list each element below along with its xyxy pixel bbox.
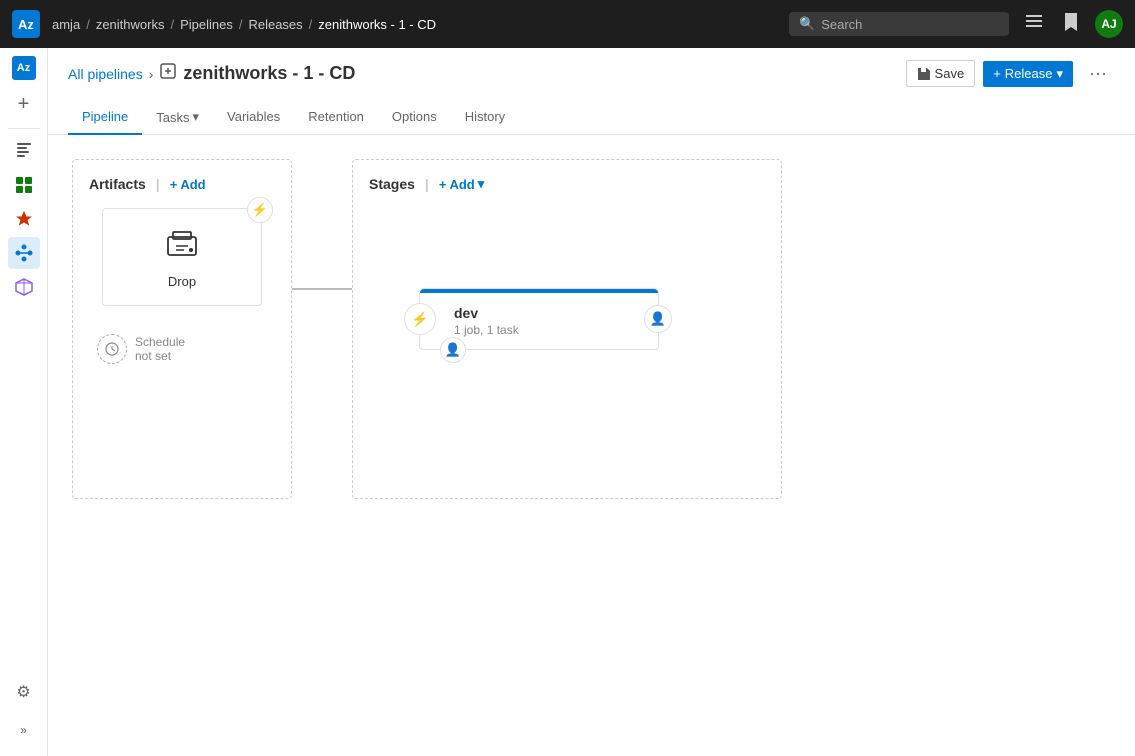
artifact-icon — [119, 225, 245, 268]
tab-history[interactable]: History — [451, 101, 519, 135]
user-avatar[interactable]: AJ — [1095, 10, 1123, 38]
settings-icon[interactable]: ⚙ — [8, 676, 40, 708]
breadcrumb-sep-2: / — [170, 17, 174, 32]
nav-icons: AJ — [1021, 9, 1123, 40]
content-header: All pipelines › zenithworks - 1 - CD Sav… — [48, 48, 1135, 135]
sidebar-item-add[interactable]: + — [8, 88, 40, 120]
sidebar: Az + ⚙ » — [0, 48, 48, 756]
tabs-bar: Pipeline Tasks ▾ Variables Retention Opt… — [68, 101, 1115, 134]
sidebar-item-boards[interactable] — [8, 169, 40, 201]
tab-pipeline[interactable]: Pipeline — [68, 101, 142, 135]
save-button[interactable]: Save — [906, 60, 976, 87]
pipeline-canvas: Artifacts | + Add ⚡ — [48, 135, 1135, 756]
add-stage-chevron-icon: ▾ — [478, 176, 485, 192]
breadcrumb-zenithworks[interactable]: zenithworks — [96, 17, 165, 32]
breadcrumb-releases[interactable]: Releases — [248, 17, 302, 32]
schedule-icon — [97, 334, 127, 364]
list-icon[interactable] — [1021, 9, 1047, 40]
stages-title: Stages | + Add ▾ — [369, 176, 765, 192]
tab-retention[interactable]: Retention — [294, 101, 378, 135]
stage-meta: 1 job, 1 task — [454, 323, 644, 337]
sidebar-item-testplans[interactable] — [8, 203, 40, 235]
expand-icon[interactable]: » — [8, 714, 40, 746]
schedule-text: Schedule not set — [135, 335, 185, 363]
breadcrumb-pipelines[interactable]: Pipelines — [180, 17, 233, 32]
main-content: All pipelines › zenithworks - 1 - CD Sav… — [48, 48, 1135, 756]
header-actions: Save + Release ▾ ··· — [906, 58, 1115, 89]
sidebar-separator-1 — [8, 128, 40, 129]
tab-options[interactable]: Options — [378, 101, 451, 135]
artifacts-title: Artifacts | + Add — [89, 176, 275, 192]
stage-approver-right-icon[interactable]: 👤 — [644, 305, 672, 333]
tab-variables[interactable]: Variables — [213, 101, 294, 135]
bookmark-icon[interactable] — [1059, 9, 1083, 40]
all-pipelines-link[interactable]: All pipelines — [68, 66, 143, 82]
search-icon: 🔍 — [799, 16, 815, 32]
breadcrumb-amja[interactable]: amja — [52, 17, 80, 32]
breadcrumb-arrow: › — [149, 66, 154, 82]
sidebar-logo[interactable]: Az — [12, 56, 36, 80]
sidebar-item-repos[interactable] — [8, 135, 40, 167]
tasks-chevron-icon: ▾ — [193, 109, 200, 125]
breadcrumb-sep-1: / — [86, 17, 90, 32]
stage-card-dev[interactable]: ⚡ 👤 dev 1 job, 1 task 👤 — [419, 288, 659, 350]
page-title: zenithworks - 1 - CD — [183, 63, 355, 84]
stage-approver-left-icon[interactable]: 👤 — [440, 337, 466, 363]
stage-info: dev 1 job, 1 task — [434, 305, 644, 337]
canvas-row: Artifacts | + Add ⚡ — [72, 159, 1111, 499]
add-artifact-button[interactable]: + Add — [170, 177, 206, 192]
breadcrumb-current: zenithworks - 1 - CD — [318, 17, 436, 32]
breadcrumb-sep-4: / — [309, 17, 313, 32]
search-box[interactable]: 🔍 Search — [789, 12, 1009, 36]
stages-panel: Stages | + Add ▾ — [352, 159, 782, 499]
artifact-name: Drop — [119, 274, 245, 289]
release-button[interactable]: + Release ▾ — [983, 61, 1073, 87]
tab-tasks[interactable]: Tasks ▾ — [142, 101, 213, 135]
page-title-row: All pipelines › zenithworks - 1 - CD Sav… — [68, 58, 1115, 89]
add-stage-button[interactable]: + Add ▾ — [439, 176, 484, 192]
artifact-trigger-icon[interactable]: ⚡ — [247, 197, 273, 223]
pipeline-icon — [159, 62, 177, 85]
release-chevron-icon: ▾ — [1056, 66, 1063, 82]
artifact-card-drop[interactable]: ⚡ Drop — [102, 208, 262, 306]
stage-card-body: ⚡ 👤 dev 1 job, 1 task 👤 — [420, 293, 658, 349]
artifacts-panel: Artifacts | + Add ⚡ — [72, 159, 292, 499]
stage-trigger-icon[interactable]: ⚡ — [404, 303, 436, 335]
sidebar-item-artifacts[interactable] — [8, 271, 40, 303]
breadcrumb: amja / zenithworks / Pipelines / Release… — [52, 17, 789, 32]
sidebar-item-pipelines[interactable] — [8, 237, 40, 269]
more-options-button[interactable]: ··· — [1081, 58, 1115, 89]
schedule-row[interactable]: Schedule not set — [89, 326, 275, 372]
connector — [292, 159, 352, 499]
stage-name: dev — [454, 305, 644, 321]
azure-devops-logo[interactable]: Az — [12, 10, 40, 38]
search-label: Search — [821, 17, 862, 32]
breadcrumb-sep-3: / — [239, 17, 243, 32]
